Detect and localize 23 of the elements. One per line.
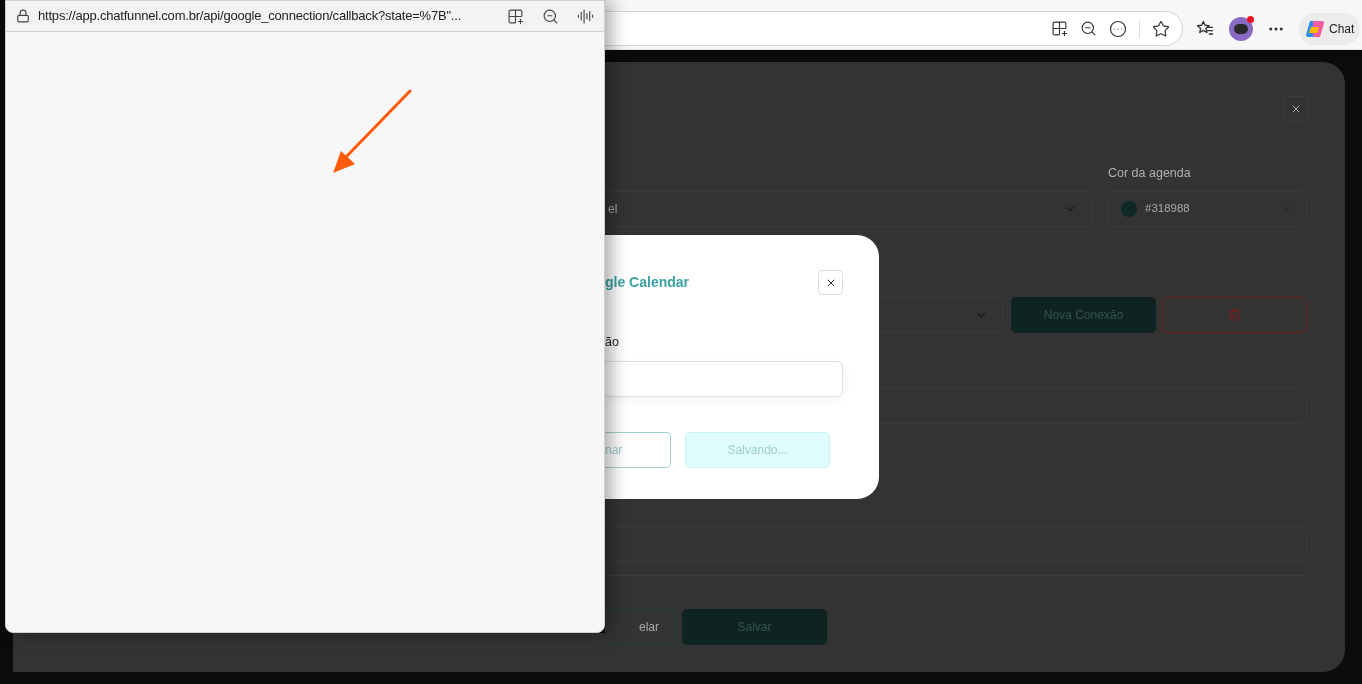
lock-icon — [16, 9, 30, 23]
close-icon — [1290, 103, 1302, 115]
calendar-select[interactable]: el — [605, 190, 1092, 227]
trash-icon — [1228, 308, 1241, 322]
cancel-button[interactable]: elar — [605, 608, 676, 645]
dialog-title: gle Calendar — [605, 273, 690, 292]
url-text: https://app.chatfunnel.com.br/api/google_connection/callback?state=%7B"... — [38, 7, 463, 26]
apps-icon[interactable] — [507, 7, 524, 25]
profile-avatar[interactable] — [1229, 16, 1253, 41]
read-aloud-icon[interactable] — [577, 7, 594, 25]
field-label: Cor da agenda — [1108, 165, 1192, 182]
color-select[interactable]: #318988 — [1108, 190, 1307, 227]
zoom-out-icon[interactable] — [1080, 20, 1097, 37]
apps-icon[interactable] — [1051, 20, 1068, 37]
field-label: ão — [605, 334, 620, 351]
favorite-star-icon[interactable] — [1152, 19, 1170, 38]
color-swatch — [1121, 200, 1137, 217]
assistant-logo-icon — [1305, 18, 1325, 39]
zoom-out-icon[interactable] — [542, 7, 559, 25]
chat-button[interactable]: Chat — [1299, 12, 1361, 45]
text-field[interactable] — [605, 525, 1307, 562]
connection-name-field[interactable] — [605, 360, 843, 397]
more-options-icon[interactable] — [1109, 19, 1127, 38]
